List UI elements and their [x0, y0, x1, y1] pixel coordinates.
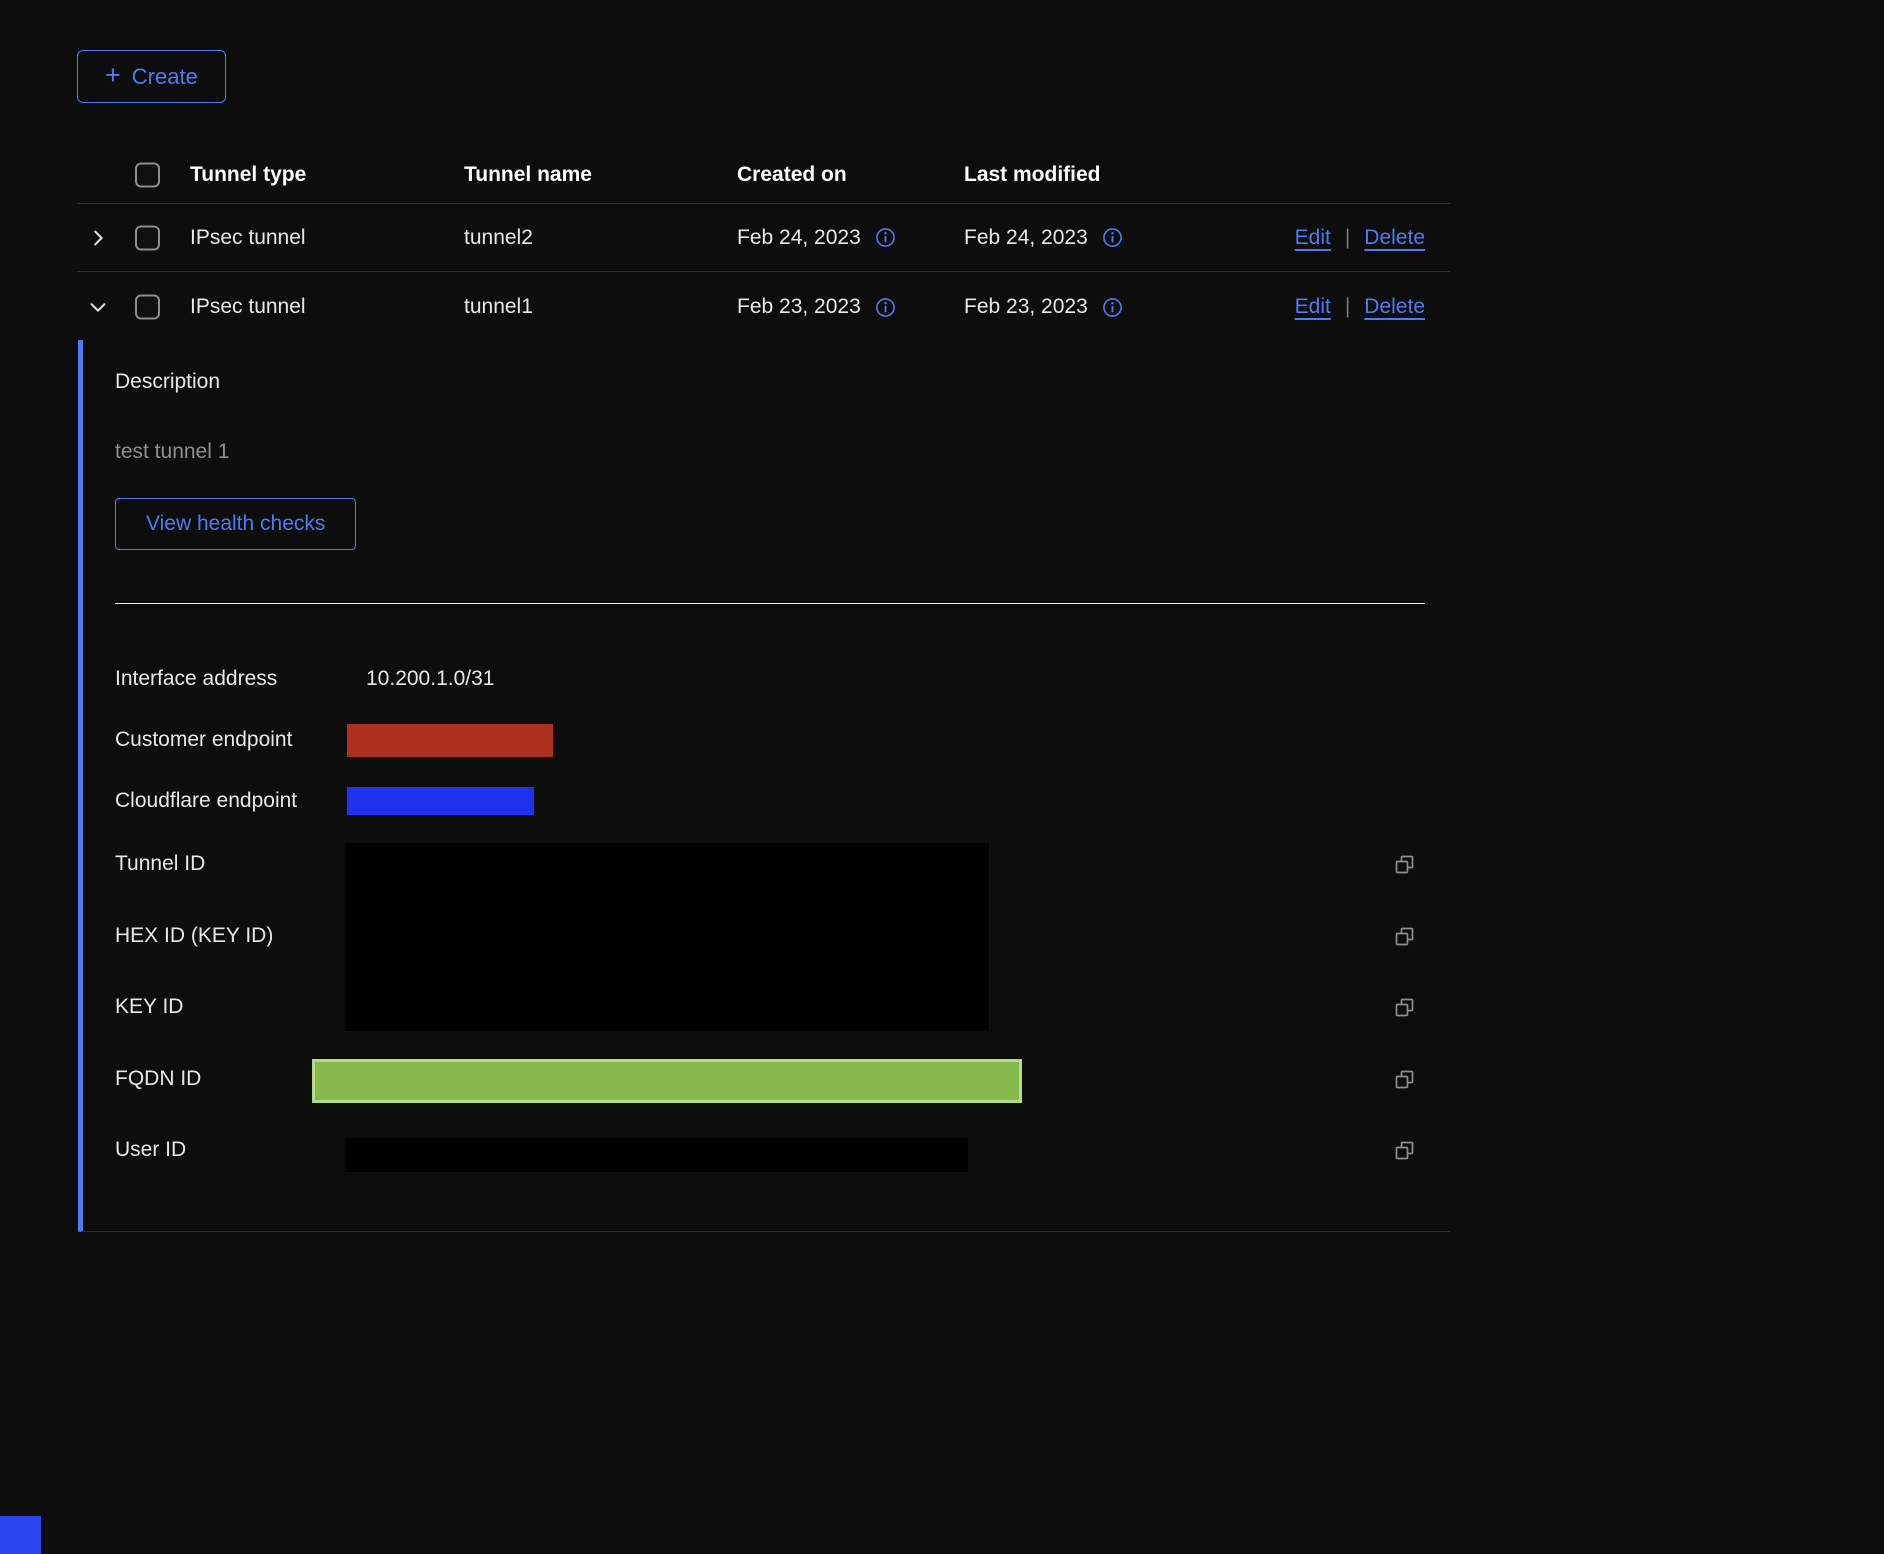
created-on-cell: Feb 24, 2023 — [737, 226, 896, 250]
tunnel-id-label: Tunnel ID — [115, 852, 205, 876]
header-tunnel-type: Tunnel type — [190, 163, 306, 187]
customer-endpoint-redaction — [347, 724, 553, 757]
plus-icon: + — [105, 62, 121, 89]
delete-link[interactable]: Delete — [1364, 226, 1425, 250]
cloudflare-endpoint-label: Cloudflare endpoint — [115, 789, 297, 813]
view-health-checks-button[interactable]: View health checks — [115, 498, 356, 550]
key-id-label: KEY ID — [115, 995, 183, 1019]
copy-fqdn-id-icon[interactable] — [1393, 1068, 1417, 1092]
created-on-cell: Feb 23, 2023 — [737, 295, 896, 319]
create-button[interactable]: + Create — [77, 50, 226, 103]
fqdn-id-label: FQDN ID — [115, 1067, 201, 1091]
row-actions: Edit | Delete — [1295, 295, 1425, 319]
expanded-detail-panel: Description test tunnel 1 View health ch… — [78, 340, 1450, 1232]
tunnel-type-cell: IPsec tunnel — [190, 226, 306, 250]
header-tunnel-name: Tunnel name — [464, 163, 592, 187]
info-icon[interactable] — [1102, 297, 1123, 318]
header-last-modified: Last modified — [964, 163, 1101, 187]
edit-link[interactable]: Edit — [1295, 295, 1331, 319]
interface-address-label: Interface address — [115, 667, 277, 691]
description-label: Description — [115, 370, 220, 394]
copy-tunnel-id-icon[interactable] — [1393, 853, 1417, 877]
header-created-on: Created on — [737, 163, 847, 187]
delete-link[interactable]: Delete — [1364, 295, 1425, 319]
last-modified-cell: Feb 23, 2023 — [964, 295, 1123, 319]
copy-key-id-icon[interactable] — [1393, 996, 1417, 1020]
chevron-right-icon[interactable] — [86, 226, 110, 250]
select-all-checkbox[interactable] — [135, 163, 160, 188]
tunnels-table: Tunnel type Tunnel name Created on Last … — [77, 147, 1450, 342]
copy-user-id-icon[interactable] — [1393, 1139, 1417, 1163]
row-checkbox[interactable] — [135, 225, 160, 250]
tunnels-page: + Create Tunnel type Tunnel name Created… — [0, 0, 1884, 1554]
tunnel-name-cell: tunnel2 — [464, 226, 533, 250]
table-header-row: Tunnel type Tunnel name Created on Last … — [77, 147, 1450, 204]
interface-address-value: 10.200.1.0/31 — [366, 667, 494, 691]
create-button-label: Create — [132, 64, 198, 90]
description-value: test tunnel 1 — [115, 440, 229, 464]
table-row-tunnel1: IPsec tunnel tunnel1 Feb 23, 2023 Feb 23… — [77, 272, 1450, 342]
corner-blue-square — [0, 1516, 41, 1554]
panel-divider — [115, 603, 1425, 604]
created-on-value: Feb 23, 2023 — [737, 295, 861, 319]
row-actions: Edit | Delete — [1295, 226, 1425, 250]
action-separator: | — [1345, 226, 1350, 250]
last-modified-value: Feb 23, 2023 — [964, 295, 1088, 319]
edit-link[interactable]: Edit — [1295, 226, 1331, 250]
tunnel-type-cell: IPsec tunnel — [190, 295, 306, 319]
created-on-value: Feb 24, 2023 — [737, 226, 861, 250]
hex-id-label: HEX ID (KEY ID) — [115, 924, 273, 948]
customer-endpoint-label: Customer endpoint — [115, 728, 292, 752]
cloudflare-endpoint-redaction — [347, 787, 534, 815]
info-icon[interactable] — [875, 297, 896, 318]
fqdn-id-redaction — [312, 1059, 1022, 1103]
action-separator: | — [1345, 295, 1350, 319]
user-id-label: User ID — [115, 1138, 186, 1162]
table-row-tunnel2: IPsec tunnel tunnel2 Feb 24, 2023 Feb 24… — [77, 204, 1450, 272]
last-modified-value: Feb 24, 2023 — [964, 226, 1088, 250]
user-id-redaction — [345, 1138, 968, 1172]
info-icon[interactable] — [875, 227, 896, 248]
row-checkbox[interactable] — [135, 295, 160, 320]
last-modified-cell: Feb 24, 2023 — [964, 226, 1123, 250]
copy-hex-id-icon[interactable] — [1393, 925, 1417, 949]
info-icon[interactable] — [1102, 227, 1123, 248]
ids-redaction — [345, 843, 989, 1031]
chevron-down-icon[interactable] — [86, 295, 110, 319]
tunnel-name-cell: tunnel1 — [464, 295, 533, 319]
